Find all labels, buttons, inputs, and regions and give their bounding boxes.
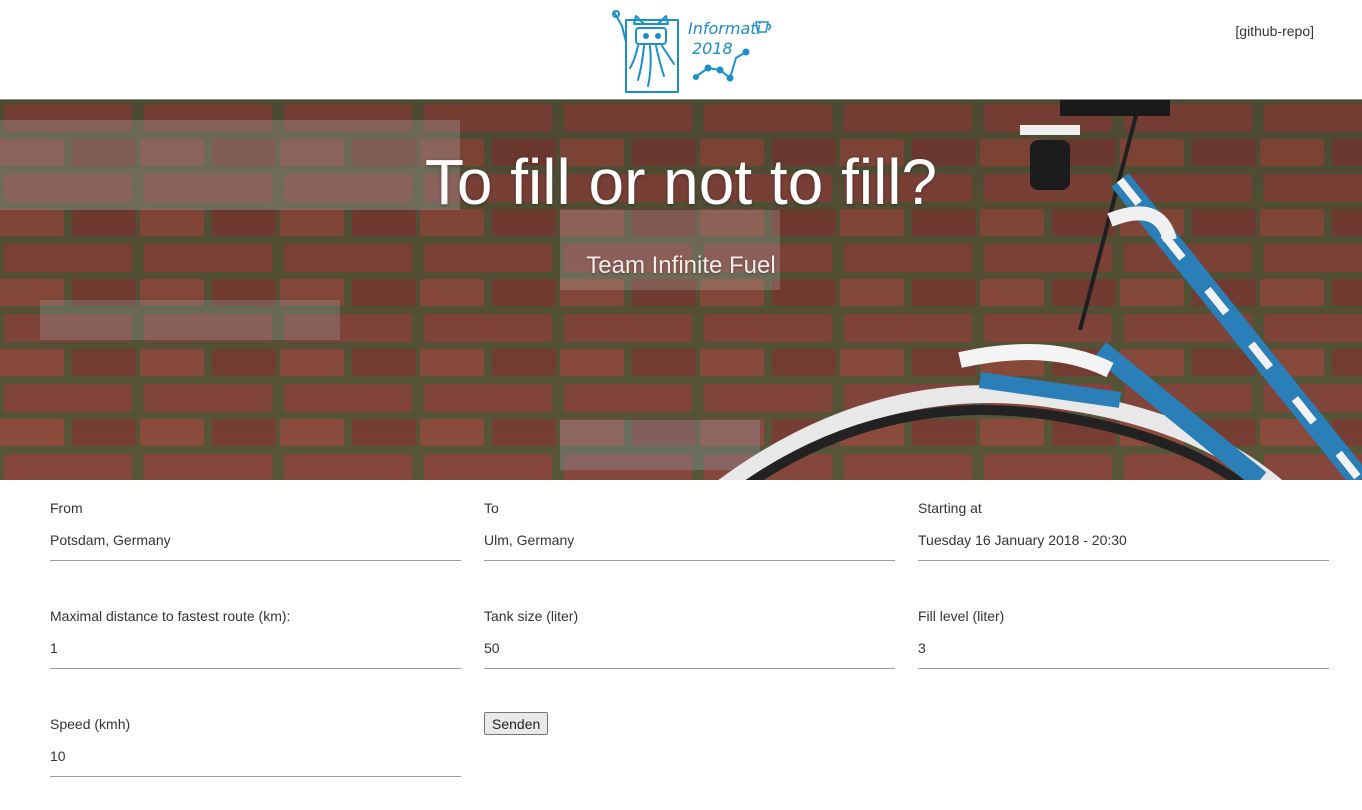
page-subtitle: Team Infinite Fuel	[586, 252, 776, 279]
tank-size-field: Tank size (liter)	[484, 606, 895, 669]
fill-level-field: Fill level (liter)	[918, 606, 1329, 669]
from-label: From	[50, 500, 83, 516]
github-repo-link[interactable]: [github-repo]	[1235, 23, 1314, 39]
starting-at-field: Starting at	[918, 498, 1329, 561]
max-distance-label: Maximal distance to fastest route (km):	[50, 608, 291, 624]
page-title: To fill or not to fill?	[424, 146, 938, 218]
to-label: To	[484, 500, 499, 516]
logo-text-line2: 2018	[692, 39, 733, 58]
from-field: From	[50, 498, 461, 561]
to-input[interactable]	[484, 532, 895, 561]
max-distance-field: Maximal distance to fastest route (km):	[50, 606, 461, 669]
tank-size-input[interactable]	[484, 640, 895, 669]
speed-input[interactable]	[50, 748, 461, 777]
tank-size-label: Tank size (liter)	[484, 608, 579, 624]
logo-text-line1: Informati	[688, 19, 762, 38]
speed-label: Speed (kmh)	[50, 716, 131, 732]
hero-banner: To fill or not to fill? Team Infinite Fu…	[0, 100, 1362, 480]
from-input[interactable]	[50, 532, 461, 561]
informatics-2018-logo: Informati 2018	[612, 10, 772, 93]
site-header: Informati 2018 [github-repo]	[0, 0, 1362, 100]
starting-at-label: Starting at	[918, 500, 982, 516]
fill-level-label: Fill level (liter)	[918, 608, 1005, 624]
starting-at-input[interactable]	[918, 532, 1329, 561]
senden-button[interactable]: Senden	[484, 712, 549, 735]
speed-field: Speed (kmh)	[50, 714, 461, 777]
max-distance-input[interactable]	[50, 640, 461, 669]
to-field: To	[484, 498, 895, 561]
fill-level-input[interactable]	[918, 640, 1329, 669]
route-form: From To Starting at Maximal distance to …	[0, 480, 1362, 810]
